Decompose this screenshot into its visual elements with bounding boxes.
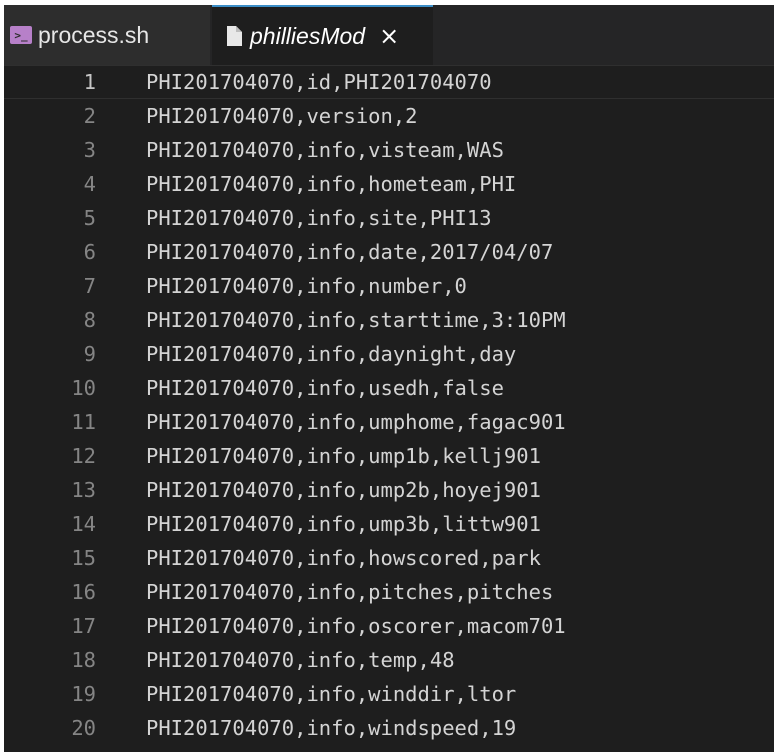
tab-bar: >_ process.sh philliesMod × — [4, 5, 774, 65]
code-line[interactable]: 3 PHI201704070,info,visteam,WAS — [4, 133, 774, 167]
line-text[interactable]: PHI201704070,info,temp,48 — [146, 648, 455, 672]
line-number: 12 — [71, 444, 96, 468]
code-line[interactable]: 10 PHI201704070,info,usedh,false — [4, 371, 774, 405]
line-number: 4 — [83, 172, 96, 196]
line-number: 14 — [71, 512, 96, 536]
line-text[interactable]: PHI201704070,info,winddir,ltor — [146, 682, 516, 706]
line-number: 3 — [83, 138, 96, 162]
file-icon — [227, 26, 242, 46]
editor-window: >_ process.sh philliesMod × 1 PHI20170407… — [4, 5, 774, 752]
code-line[interactable]: 15 PHI201704070,info,howscored,park — [4, 541, 774, 575]
line-text[interactable]: PHI201704070,info,hometeam,PHI — [146, 172, 516, 196]
tab-philliesmod[interactable]: philliesMod × — [212, 5, 433, 65]
line-text[interactable]: PHI201704070,info,site,PHI13 — [146, 206, 492, 230]
line-text[interactable]: PHI201704070,info,visteam,WAS — [146, 138, 504, 162]
code-line[interactable]: 9 PHI201704070,info,daynight,day — [4, 337, 774, 371]
code-line[interactable]: 13 PHI201704070,info,ump2b,hoyej901 — [4, 473, 774, 507]
code-line[interactable]: 4 PHI201704070,info,hometeam,PHI — [4, 167, 774, 201]
code-line[interactable]: 16 PHI201704070,info,pitches,pitches — [4, 575, 774, 609]
line-text[interactable]: PHI201704070,info,oscorer,macom701 — [146, 614, 566, 638]
line-text[interactable]: PHI201704070,info,howscored,park — [146, 546, 541, 570]
line-text[interactable]: PHI201704070,info,pitches,pitches — [146, 580, 553, 604]
code-line[interactable]: 17 PHI201704070,info,oscorer,macom701 — [4, 609, 774, 643]
tab-label: process.sh — [38, 21, 150, 48]
line-text[interactable]: PHI201704070,info,number,0 — [146, 274, 467, 298]
terminal-icon: >_ — [10, 26, 32, 44]
line-text[interactable]: PHI201704070,info,umphome,fagac901 — [146, 410, 566, 434]
line-text[interactable]: PHI201704070,version,2 — [146, 104, 418, 128]
code-line[interactable]: 8 PHI201704070,info,starttime,3:10PM — [4, 303, 774, 337]
tab-process-sh[interactable]: >_ process.sh — [4, 5, 210, 65]
line-text[interactable]: PHI201704070,id,PHI201704070 — [146, 70, 492, 94]
line-text[interactable]: PHI201704070,info,daynight,day — [146, 342, 516, 366]
line-text[interactable]: PHI201704070,info,starttime,3:10PM — [146, 308, 566, 332]
line-number: 19 — [71, 682, 96, 706]
line-number: 13 — [71, 478, 96, 502]
line-number: 9 — [83, 342, 96, 366]
line-number: 11 — [71, 410, 96, 434]
line-number: 8 — [83, 308, 96, 332]
code-line[interactable]: 12 PHI201704070,info,ump1b,kellj901 — [4, 439, 774, 473]
line-number: 15 — [71, 546, 96, 570]
line-text[interactable]: PHI201704070,info,date,2017/04/07 — [146, 240, 553, 264]
line-number: 20 — [71, 716, 96, 740]
line-number: 5 — [83, 206, 96, 230]
line-number: 1 — [83, 70, 96, 94]
line-number: 6 — [83, 240, 96, 264]
line-number: 10 — [71, 376, 96, 400]
code-editor[interactable]: 1 PHI201704070,id,PHI201704070 2 PHI2017040… — [4, 65, 774, 752]
code-line[interactable]: 21PHI201704070,info,fieldcond,unknown — [4, 745, 774, 752]
line-text[interactable]: PHI201704070,info,usedh,false — [146, 376, 504, 400]
line-number: 2 — [83, 104, 96, 128]
line-number: 18 — [71, 648, 96, 672]
code-line[interactable]: 20 PHI201704070,info,windspeed,19 — [4, 711, 774, 745]
code-line[interactable]: 6 PHI201704070,info,date,2017/04/07 — [4, 235, 774, 269]
line-number: 7 — [83, 274, 96, 298]
line-text[interactable]: PHI201704070,info,ump1b,kellj901 — [146, 444, 541, 468]
tab-label: philliesMod — [250, 22, 366, 49]
code-line[interactable]: 1 PHI201704070,id,PHI201704070 — [4, 65, 774, 99]
code-line[interactable]: 5 PHI201704070,info,site,PHI13 — [4, 201, 774, 235]
line-text[interactable]: PHI201704070,info,windspeed,19 — [146, 716, 516, 740]
code-line[interactable]: 2 PHI201704070,version,2 — [4, 99, 774, 133]
line-text[interactable]: PHI201704070,info,ump3b,littw901 — [146, 512, 541, 536]
code-line[interactable]: 11 PHI201704070,info,umphome,fagac901 — [4, 405, 774, 439]
close-icon[interactable]: × — [379, 24, 399, 48]
line-number: 16 — [71, 580, 96, 604]
code-line[interactable]: 19 PHI201704070,info,winddir,ltor — [4, 677, 774, 711]
code-line[interactable]: 7 PHI201704070,info,number,0 — [4, 269, 774, 303]
code-line[interactable]: 14 PHI201704070,info,ump3b,littw901 — [4, 507, 774, 541]
line-text[interactable]: PHI201704070,info,ump2b,hoyej901 — [146, 478, 541, 502]
code-line[interactable]: 18 PHI201704070,info,temp,48 — [4, 643, 774, 677]
line-number: 17 — [71, 614, 96, 638]
